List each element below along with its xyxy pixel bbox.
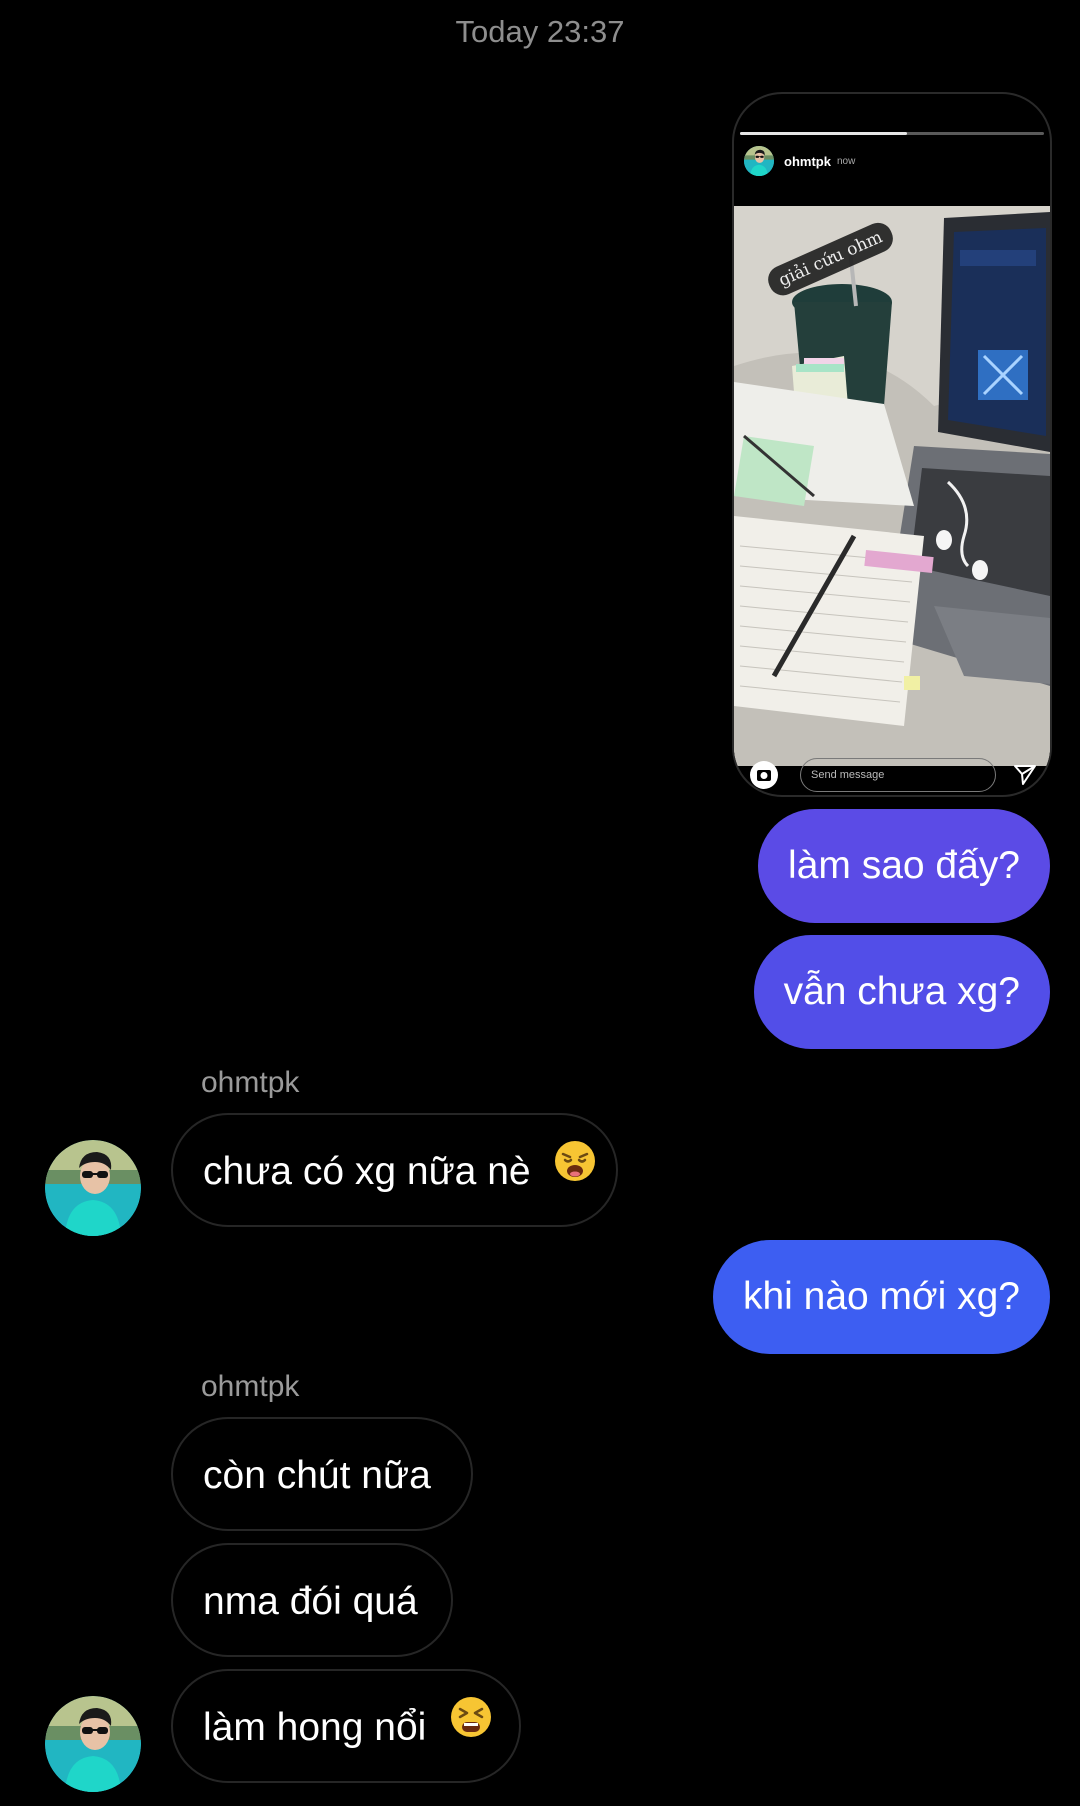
outgoing-message[interactable]: làm sao đấy? (758, 809, 1050, 923)
outgoing-message[interactable]: vẫn chưa xg? (753, 935, 1050, 1049)
story-time: now (836, 155, 856, 167)
send-icon[interactable] (1012, 762, 1038, 788)
story-photo[interactable]: giải cứu ohm (734, 206, 1050, 766)
sender-name: ohmtpk (201, 1370, 300, 1403)
avatar[interactable] (45, 1696, 141, 1792)
story-footer: Send message (734, 758, 1050, 795)
incoming-message[interactable]: làm hong nổi (171, 1669, 521, 1783)
outgoing-message[interactable]: khi nào mới xg? (712, 1240, 1050, 1354)
story-progress-bar (740, 132, 1044, 135)
conversation-timestamp: Today 23:37 (455, 14, 625, 49)
message-text: làm sao đấy? (788, 844, 1020, 887)
tired-face-icon (449, 1670, 493, 1784)
camera-icon[interactable] (750, 761, 778, 789)
message-text: chưa có xg nữa nè (203, 1150, 531, 1193)
message-text: vẫn chưa xg? (783, 970, 1020, 1013)
incoming-message[interactable]: chưa có xg nữa nè (171, 1113, 618, 1227)
shared-story-card[interactable]: ohmtpk now giải cứu ohm Send message (732, 92, 1052, 797)
incoming-message[interactable]: còn chút nữa (171, 1417, 473, 1531)
message-text: khi nào mới xg? (742, 1275, 1020, 1318)
message-text: còn chút nữa (203, 1454, 431, 1497)
incoming-message[interactable]: nma đói quá (171, 1543, 453, 1657)
story-header: ohmtpk now (744, 144, 855, 178)
avatar[interactable] (45, 1140, 141, 1236)
story-username[interactable]: ohmtpk (784, 154, 831, 169)
weary-face-icon (553, 1114, 597, 1228)
story-message-input[interactable]: Send message (800, 758, 996, 792)
story-avatar[interactable] (744, 146, 774, 176)
message-text: làm hong nổi (203, 1706, 427, 1749)
sender-name: ohmtpk (201, 1066, 300, 1099)
story-progress-fill (740, 132, 908, 135)
message-text: nma đói quá (203, 1580, 418, 1623)
